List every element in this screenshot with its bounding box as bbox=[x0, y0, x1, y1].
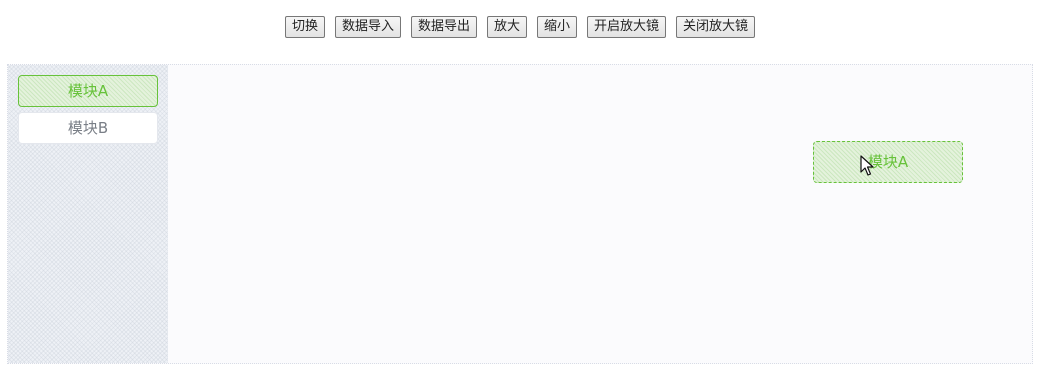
flow-canvas[interactable]: 模块A bbox=[168, 65, 1032, 363]
canvas-node-module-a[interactable]: 模块A bbox=[813, 141, 963, 183]
palette-item-module-a[interactable]: 模块A bbox=[18, 75, 158, 107]
switch-button[interactable]: 切换 bbox=[284, 16, 325, 38]
zoom-out-button[interactable]: 缩小 bbox=[537, 16, 578, 38]
zoom-in-button[interactable]: 放大 bbox=[486, 16, 527, 38]
module-palette: 模块A 模块B bbox=[8, 65, 168, 363]
disable-magnifier-button[interactable]: 关闭放大镜 bbox=[676, 16, 756, 38]
palette-item-module-b[interactable]: 模块B bbox=[18, 112, 158, 144]
data-export-button[interactable]: 数据导出 bbox=[410, 16, 477, 38]
flow-workspace: 模块A 模块B 模块A bbox=[7, 64, 1033, 364]
enable-magnifier-button[interactable]: 开启放大镜 bbox=[587, 16, 667, 38]
data-import-button[interactable]: 数据导入 bbox=[334, 16, 401, 38]
toolbar: 切换 数据导入 数据导出 放大 缩小 开启放大镜 关闭放大镜 bbox=[0, 16, 1040, 38]
